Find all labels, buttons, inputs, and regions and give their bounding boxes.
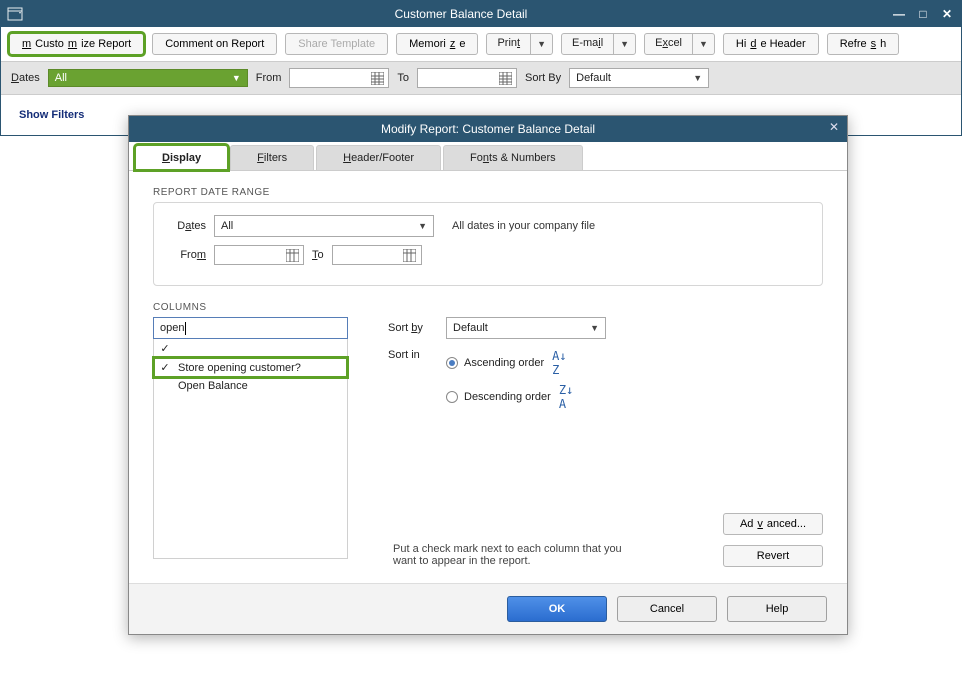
hide-header-button[interactable]: Hide Header — [723, 33, 819, 55]
refresh-button[interactable]: Refresh — [827, 33, 900, 55]
tab-header-footer[interactable]: Header/Footer — [316, 145, 441, 170]
tab-display[interactable]: Display — [135, 145, 228, 170]
to-label: To — [397, 72, 409, 84]
to-date-input[interactable] — [417, 68, 517, 88]
modal-to-label: To — [312, 249, 324, 261]
calendar-icon[interactable] — [403, 248, 417, 262]
descending-label: Descending order — [464, 391, 551, 403]
dialog-titlebar: Modify Report: Customer Balance Detail ✕ — [129, 116, 847, 142]
sortin-label: Sort in — [388, 349, 438, 361]
check-icon: ✓ — [158, 342, 172, 355]
dialog-tabs: Display Filters Header/Footer Fonts & Nu… — [129, 142, 847, 171]
show-filters-link[interactable]: Show Filters — [1, 95, 102, 135]
maximize-button[interactable]: □ — [915, 7, 931, 21]
sort-desc-icon: Z↓A — [559, 383, 573, 411]
modify-report-dialog: Modify Report: Customer Balance Detail ✕… — [128, 115, 848, 635]
calendar-icon[interactable] — [285, 248, 299, 262]
cancel-button[interactable]: Cancel — [617, 596, 717, 622]
columns-help-text: Put a check mark next to each column tha… — [393, 543, 633, 567]
modal-dates-label: Dates — [166, 220, 206, 232]
dialog-title: Modify Report: Customer Balance Detail — [381, 122, 595, 136]
revert-button[interactable]: Revert — [723, 545, 823, 567]
window-title: Customer Balance Detail — [31, 7, 891, 21]
memorize-button[interactable]: Memorize — [396, 33, 478, 55]
ascending-label: Ascending order — [464, 357, 544, 369]
modal-dates-dropdown[interactable]: All▼ — [214, 215, 434, 237]
columns-search-input[interactable]: open — [153, 317, 348, 339]
print-split-button[interactable]: Print▼ — [486, 33, 553, 55]
tab-filters[interactable]: Filters — [230, 145, 314, 170]
dialog-close-icon[interactable]: ✕ — [829, 120, 839, 134]
customize-report-button[interactable]: mCustomize ReportCustomize Report — [9, 33, 144, 55]
date-filter-row: Dates All▼ From To Sort By Default▼ — [1, 62, 961, 95]
window-menu-icon[interactable] — [7, 6, 23, 22]
excel-split-button[interactable]: Excel▼ — [644, 33, 715, 55]
column-item-store-opening[interactable]: ✓ Store opening customer? — [154, 358, 347, 377]
dates-hint: All dates in your company file — [452, 220, 595, 232]
calendar-icon[interactable] — [498, 71, 512, 85]
columns-heading: COLUMNS — [153, 302, 823, 313]
descending-radio[interactable] — [446, 391, 458, 403]
modal-sortby-dropdown[interactable]: Default▼ — [446, 317, 606, 339]
email-split-button[interactable]: E-mail▼ — [561, 33, 636, 55]
help-button[interactable]: Help — [727, 596, 827, 622]
calendar-icon[interactable] — [370, 71, 384, 85]
window-titlebar: Customer Balance Detail — □ ✕ — [1, 1, 961, 27]
modal-from-input[interactable] — [214, 245, 304, 265]
sortby-label: Sort by — [388, 322, 438, 334]
sortby-dropdown[interactable]: Default▼ — [569, 68, 709, 88]
ascending-radio[interactable] — [446, 357, 458, 369]
ok-button[interactable]: OK — [507, 596, 607, 622]
from-date-input[interactable] — [289, 68, 389, 88]
column-item[interactable]: ✓ — [154, 339, 347, 358]
share-template-button: Share Template — [285, 33, 388, 55]
from-label: From — [256, 72, 282, 84]
close-button[interactable]: ✕ — [939, 7, 955, 21]
modal-from-label: From — [166, 249, 206, 261]
report-date-range-heading: REPORT DATE RANGE — [153, 187, 823, 198]
dates-label: Dates — [11, 72, 40, 84]
dates-dropdown[interactable]: All▼ — [48, 69, 248, 87]
advanced-button[interactable]: Advanced... — [723, 513, 823, 535]
sortby-label: Sort By — [525, 72, 561, 84]
columns-list[interactable]: ✓ ✓ Store opening customer? Open Balance — [153, 339, 348, 559]
sort-asc-icon: A↓Z — [552, 349, 566, 377]
report-toolbar: mCustomize ReportCustomize Report Commen… — [1, 27, 961, 62]
minimize-button[interactable]: — — [891, 7, 907, 21]
column-item-open-balance[interactable]: Open Balance — [154, 377, 347, 395]
modal-to-input[interactable] — [332, 245, 422, 265]
comment-on-report-button[interactable]: Comment on Report — [152, 33, 277, 55]
check-icon: ✓ — [158, 361, 172, 374]
column-label: Open Balance — [178, 380, 248, 392]
column-label: Store opening customer? — [178, 362, 301, 374]
tab-fonts-numbers[interactable]: Fonts & Numbers — [443, 145, 583, 170]
